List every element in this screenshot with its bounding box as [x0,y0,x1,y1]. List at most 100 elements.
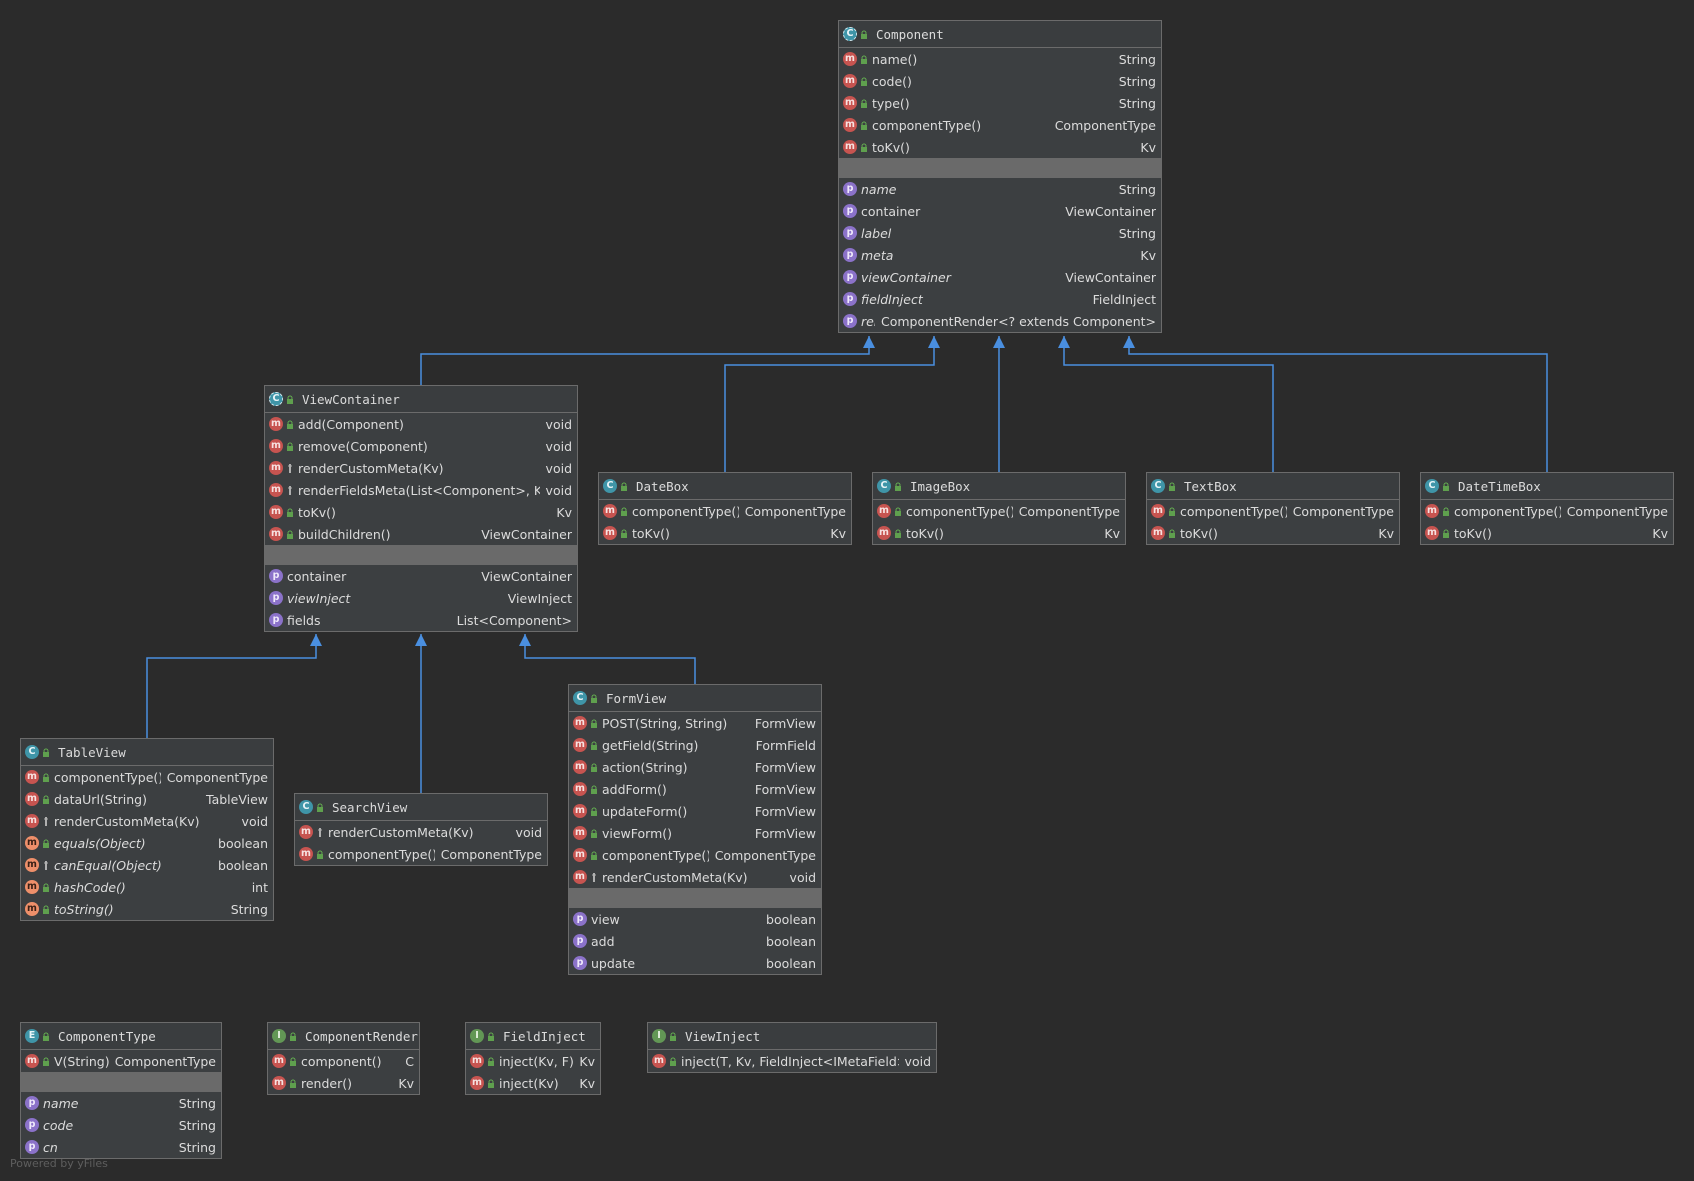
inheritance-arrowhead [928,336,940,348]
property-name: viewContainer [861,269,951,285]
class-node-formview[interactable]: C FormView m POST(String, String) FormView m g… [568,684,822,975]
method-row[interactable]: m component() C [268,1050,419,1072]
method-return-type: Kv [1140,139,1156,155]
method-row[interactable]: m equals(Object) boolean [21,832,273,854]
class-header[interactable]: I FieldInject [466,1023,600,1050]
method-row[interactable]: m render() Kv [268,1072,419,1094]
method-row[interactable]: m componentType() ComponentType [873,500,1125,522]
inheritance-arrowhead [1058,336,1070,348]
method-row[interactable]: m getField(String) FormField [569,734,821,756]
method-row[interactable]: m toKv() Kv [873,522,1125,544]
method-row[interactable]: m inject(T, Kv, FieldInject<IMetaField>) v… [648,1050,936,1072]
class-header[interactable]: C FormView [569,685,821,712]
method-row[interactable]: m componentType() ComponentType [1421,500,1673,522]
class-header[interactable]: C DateTimeBox [1421,473,1673,500]
class-header[interactable]: C TableView [21,739,273,766]
property-row[interactable]: p name String [21,1092,221,1114]
method-row[interactable]: m componentType() ComponentType [839,114,1161,136]
method-row[interactable]: m toKv() Kv [839,136,1161,158]
class-node-component[interactable]: C Component m name() String m code() String m typ… [838,20,1162,333]
class-icon: C [573,691,587,705]
class-node-datetimebox[interactable]: C DateTimeBox m componentType() ComponentTyp… [1420,472,1674,545]
property-row[interactable]: p viewContainer ViewContainer [839,266,1161,288]
method-row[interactable]: m componentType() ComponentType [569,844,821,866]
method-signature: toKv() [872,139,910,155]
property-row[interactable]: p view boolean [569,908,821,930]
class-node-imagebox[interactable]: C ImageBox m componentType() ComponentType m t… [872,472,1126,545]
method-row[interactable]: m toString() String [21,898,273,920]
method-return-type: Kv [1104,525,1120,541]
method-row[interactable]: m remove(Component) void [265,435,577,457]
method-signature: hashCode() [54,879,126,895]
public-visibility-icon [42,1056,50,1066]
property-row[interactable]: p container ViewContainer [839,200,1161,222]
property-row[interactable]: p meta Kv [839,244,1161,266]
method-row[interactable]: m renderCustomMeta(Kv) void [21,810,273,832]
class-header[interactable]: C Component [839,21,1161,48]
class-node-searchview[interactable]: C SearchView m renderCustomMeta(Kv) void m com… [294,793,548,866]
class-header[interactable]: I ViewInject [648,1023,936,1050]
method-row[interactable]: m action(String) FormView [569,756,821,778]
property-row[interactable]: p cn String [21,1136,221,1158]
class-header[interactable]: C DateBox [599,473,851,500]
class-node-tableview[interactable]: C TableView m componentType() ComponentType m… [20,738,274,921]
method-row[interactable]: m inject(Kv) Kv [466,1072,600,1094]
method-row[interactable]: m toKv() Kv [599,522,851,544]
class-node-datebox[interactable]: C DateBox m componentType() ComponentType m to… [598,472,852,545]
property-row[interactable]: p container ViewContainer [265,565,577,587]
method-row[interactable]: m code() String [839,70,1161,92]
method-row[interactable]: m renderFieldsMeta(List<Component>, Kv) vo… [265,479,577,501]
method-row[interactable]: m toKv() Kv [265,501,577,523]
property-row[interactable]: p label String [839,222,1161,244]
class-header[interactable]: C TextBox [1147,473,1399,500]
method-row[interactable]: m viewForm() FormView [569,822,821,844]
class-node-componenttype[interactable]: E ComponentType m V(String) ComponentType p na… [20,1022,222,1159]
abstract-icon: C [269,392,283,406]
property-row[interactable]: p update boolean [569,952,821,974]
method-row[interactable]: m POST(String, String) FormView [569,712,821,734]
property-row[interactable]: p fields List<Component> [265,609,577,631]
method-row[interactable]: m renderCustomMeta(Kv) void [295,821,547,843]
property-row[interactable]: p fieldInject FieldInject [839,288,1161,310]
method-row[interactable]: m hashCode() int [21,876,273,898]
method-row[interactable]: m type() String [839,92,1161,114]
class-header[interactable]: C ImageBox [873,473,1125,500]
property-row[interactable]: p name String [839,178,1161,200]
class-node-textbox[interactable]: C TextBox m componentType() ComponentType m to… [1146,472,1400,545]
method-row[interactable]: m toKv() Kv [1421,522,1673,544]
class-node-componentrender[interactable]: I ComponentRender m component() Cm render() Kv [267,1022,420,1095]
method-return-type: Kv [579,1053,595,1069]
method-row[interactable]: m componentType() ComponentType [295,843,547,865]
method-row[interactable]: m updateForm() FormView [569,800,821,822]
public-visibility-icon [42,747,50,757]
method-row[interactable]: m dataUrl(String) TableView [21,788,273,810]
method-row[interactable]: m componentType() ComponentType [1147,500,1399,522]
method-icon: m [573,870,587,884]
class-node-viewcontainer[interactable]: C ViewContainer m add(Component) void m remove… [264,385,578,632]
method-row[interactable]: m addForm() FormView [569,778,821,800]
class-header[interactable]: E ComponentType [21,1023,221,1050]
class-header[interactable]: I ComponentRender [268,1023,419,1050]
method-row[interactable]: m name() String [839,48,1161,70]
class-node-fieldinject[interactable]: I FieldInject m inject(Kv, F) Kv m inject(Kv) K… [465,1022,601,1095]
property-row[interactable]: p add boolean [569,930,821,952]
method-row[interactable]: m toKv() Kv [1147,522,1399,544]
method-row[interactable]: m canEqual(Object) boolean [21,854,273,876]
property-row[interactable]: prender ComponentRender<? extends Compone… [839,310,1161,332]
class-header[interactable]: C ViewContainer [265,386,577,413]
method-row[interactable]: m componentType() ComponentType [21,766,273,788]
method-row[interactable]: m add(Component) void [265,413,577,435]
method-row[interactable]: m buildChildren() ViewContainer [265,523,577,545]
method-signature: componentType() [906,503,1013,519]
property-row[interactable]: p code String [21,1114,221,1136]
method-row[interactable]: m V(String) ComponentType [21,1050,221,1072]
class-title: ComponentRender [305,1028,418,1044]
method-row[interactable]: m componentType() ComponentType [599,500,851,522]
class-header[interactable]: C SearchView [295,794,547,821]
method-row[interactable]: m inject(Kv, F) Kv [466,1050,600,1072]
public-visibility-icon [286,529,294,539]
property-row[interactable]: p viewInject ViewInject [265,587,577,609]
class-node-viewinject[interactable]: I ViewInject m inject(T, Kv, FieldInject<IM… [647,1022,937,1073]
method-row[interactable]: m renderCustomMeta(Kv) void [265,457,577,479]
method-row[interactable]: m renderCustomMeta(Kv) void [569,866,821,888]
